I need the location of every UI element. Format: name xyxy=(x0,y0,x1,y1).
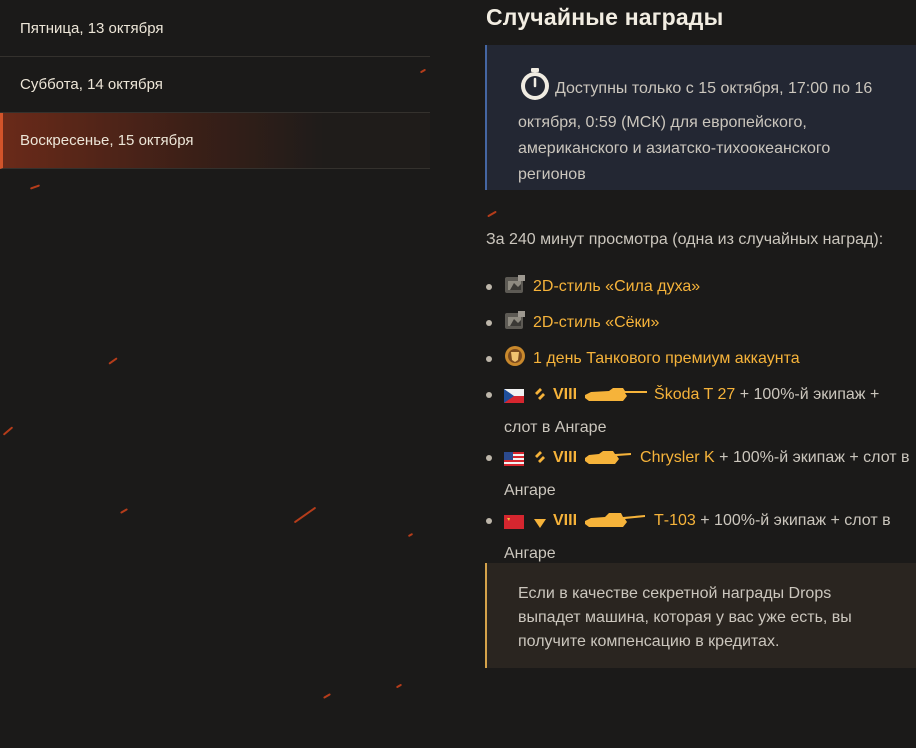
list-item: VIII Škoda T 27 + 100%-й экипаж + слот в … xyxy=(486,380,916,442)
list-item: VIII Chrysler K + 100%-й экипаж + слот в … xyxy=(486,443,916,505)
spark xyxy=(108,357,118,365)
czech-flag-icon xyxy=(504,384,524,413)
tank-tier: VIII xyxy=(553,512,578,529)
spark xyxy=(293,506,317,524)
reward-link[interactable]: 1 день Танкового премиум аккаунта xyxy=(533,350,800,367)
tank-name-link[interactable]: Chrysler K xyxy=(640,449,715,466)
rewards-list: 2D-стиль «Сила духа» 2D-стиль «Сёки» 1 д… xyxy=(486,272,916,568)
2d-style-icon xyxy=(504,275,526,305)
2d-style-icon xyxy=(504,311,526,341)
tank-silhouette-icon xyxy=(583,384,648,413)
spark xyxy=(395,683,403,689)
availability-text: Доступны только с 15 октября, 17:00 по 1… xyxy=(518,80,873,183)
heavy-tank-icon xyxy=(533,510,547,539)
compensation-note: Если в качестве секретной награды Drops … xyxy=(485,563,916,668)
tank-tier: VIII xyxy=(553,449,578,466)
tank-tier: VIII xyxy=(553,386,578,403)
day-item-saturday[interactable]: Суббота, 14 октября xyxy=(0,57,430,113)
ussr-flag-icon xyxy=(504,510,524,539)
reward-link[interactable]: 2D-стиль «Сёки» xyxy=(533,314,659,331)
day-label: Воскресенье, 15 октября xyxy=(20,132,194,149)
spark xyxy=(120,508,128,514)
tank-name-link[interactable]: Škoda T 27 xyxy=(654,386,735,403)
reward-link[interactable]: 2D-стиль «Сила духа» xyxy=(533,278,700,295)
day-item-sunday[interactable]: Воскресенье, 15 октября xyxy=(0,113,430,169)
spark xyxy=(487,210,497,218)
tank-silhouette-icon xyxy=(583,447,633,476)
spark xyxy=(29,184,41,190)
tank-name-link[interactable]: Т-103 xyxy=(654,512,696,529)
list-item: 1 день Танкового премиум аккаунта xyxy=(486,344,916,377)
day-label: Пятница, 13 октября xyxy=(20,19,164,37)
medium-tank-icon xyxy=(533,384,547,413)
list-item: 2D-стиль «Сила духа» xyxy=(486,272,916,305)
tank-silhouette-icon xyxy=(583,510,647,539)
spark xyxy=(407,532,414,538)
availability-notice: Доступны только с 15 октября, 17:00 по 1… xyxy=(485,45,916,190)
list-item: 2D-стиль «Сёки» xyxy=(486,308,916,341)
premium-account-icon xyxy=(504,345,526,377)
day-label: Суббота, 14 октября xyxy=(20,76,163,93)
compensation-text: Если в качестве секретной награды Drops … xyxy=(518,585,852,650)
day-item-friday[interactable]: Пятница, 13 октября xyxy=(0,0,430,57)
spark xyxy=(323,693,331,699)
list-item: VIII Т-103 + 100%-й экипаж + слот в Ангар… xyxy=(486,506,916,568)
stopwatch-icon xyxy=(518,67,552,110)
usa-flag-icon xyxy=(504,447,524,476)
day-list: Пятница, 13 октября Суббота, 14 октября … xyxy=(0,0,430,169)
spark xyxy=(2,426,14,436)
medium-tank-icon xyxy=(533,447,547,476)
watch-intro: За 240 минут просмотра (одна из случайны… xyxy=(486,231,884,248)
section-title: Случайные награды xyxy=(486,4,724,30)
